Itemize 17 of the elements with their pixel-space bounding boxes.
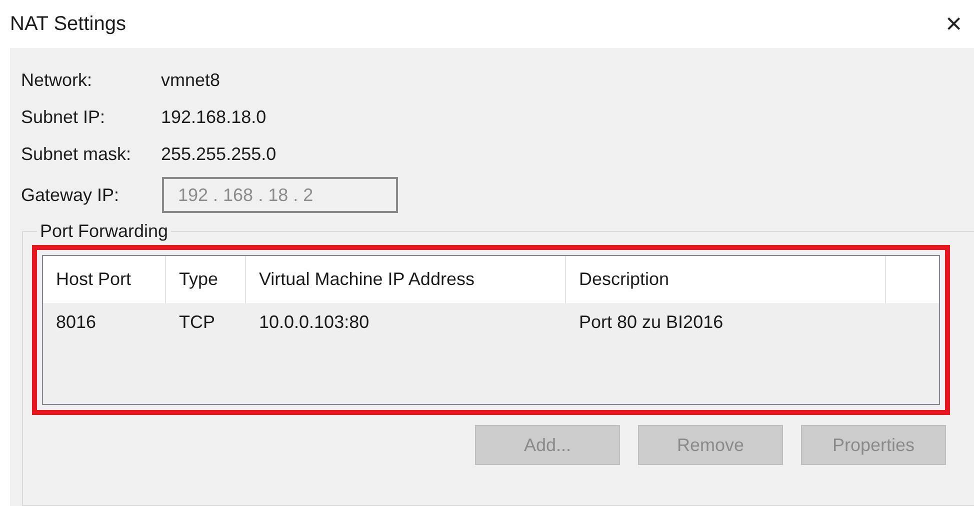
table-cell-text: 8016 xyxy=(55,310,98,334)
table-cell-text: Port 80 zu BI2016 xyxy=(578,310,724,334)
window-title: NAT Settings xyxy=(10,12,126,37)
field-label: Subnet mask: xyxy=(21,142,132,166)
column-header[interactable]: Description xyxy=(566,256,886,303)
field-label: Gateway IP: xyxy=(21,184,120,207)
field-label: Network: xyxy=(21,68,94,92)
column-header[interactable]: Type xyxy=(166,256,246,303)
field-value: 192.168.18.0 xyxy=(161,106,266,128)
close-button[interactable]: × xyxy=(942,10,966,38)
field-value: vmnet8 xyxy=(161,68,220,92)
field-value: 255.255.255.0 xyxy=(161,142,276,166)
field-label: Subnet IP: xyxy=(21,106,106,128)
table-cell-text: 10.0.0.103:80 xyxy=(258,310,370,334)
column-header[interactable]: Virtual Machine IP Address xyxy=(246,256,566,303)
table-cell-text: TCP xyxy=(178,310,216,334)
column-header[interactable]: Host Port xyxy=(43,256,166,303)
